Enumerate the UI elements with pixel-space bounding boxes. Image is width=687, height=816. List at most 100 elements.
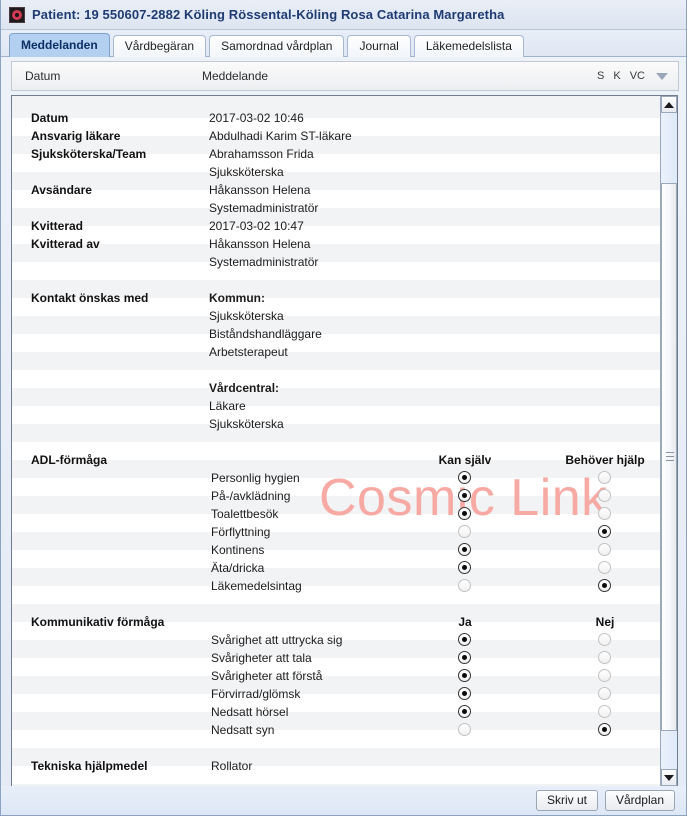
field-label: Ansvarig läkare	[31, 129, 121, 143]
message-list-header: Datum Meddelande S K VC	[11, 61, 679, 91]
scrollbar-thumb[interactable]	[661, 183, 677, 731]
section-label-adl: ADL-förmåga	[31, 453, 108, 467]
column-header-flags: S K VC	[597, 70, 678, 82]
column-header-vc[interactable]: VC	[630, 70, 645, 82]
kommunikativ-radio-nej[interactable]	[598, 705, 611, 718]
kommunikativ-radio-ja[interactable]	[458, 687, 471, 700]
detail-row: Sjuksköterska	[12, 415, 661, 433]
tab-samordnad-vardplan[interactable]: Samordnad vårdplan	[209, 35, 345, 57]
scrollbar-grip-icon	[666, 452, 674, 462]
detail-rows: Datum 2017-03-02 10:46 Ansvarig läkare A…	[12, 96, 661, 786]
adl-radio-kan-sjalv[interactable]	[458, 561, 471, 574]
field-label: Kvitterad	[31, 219, 84, 233]
kommunikativ-item-label: Nedsatt hörsel	[211, 705, 289, 719]
adl-radio-kan-sjalv[interactable]	[458, 507, 471, 520]
kommunikativ-radio-nej[interactable]	[598, 651, 611, 664]
adl-item-label: Toalettbesök	[211, 507, 279, 521]
adl-radio-kan-sjalv[interactable]	[458, 579, 471, 592]
kontakt-item: Arbetsterapeut	[209, 345, 288, 359]
field-label: Kvitterad av	[31, 237, 100, 251]
careplan-button[interactable]: Vårdplan	[604, 790, 675, 811]
kommunikativ-item-row: Svårigheter att förstå	[12, 667, 661, 685]
field-label: Avsändare	[31, 183, 92, 197]
kommunikativ-item-row: Svårigheter att tala	[12, 649, 661, 667]
adl-radio-behover-hjalp[interactable]	[598, 489, 611, 502]
kommunikativ-radio-nej[interactable]	[598, 669, 611, 682]
adl-item-row: Läkemedelsintag	[12, 577, 661, 595]
scrollbar-track[interactable]	[661, 113, 677, 769]
message-detail-canvas: Cosmic Link Datum 2017-03-02 10:46 Ansva…	[12, 96, 661, 786]
detail-row: Kvitterad 2017-03-02 10:47	[12, 217, 661, 235]
adl-item-label: Förflyttning	[211, 525, 271, 539]
kommunikativ-item-row: Nedsatt hörsel	[12, 703, 661, 721]
detail-row: Avsändare Håkansson Helena	[12, 181, 661, 199]
detail-row: Kontakt önskas med Kommun:	[12, 289, 661, 307]
adl-radio-behover-hjalp[interactable]	[598, 525, 611, 538]
adl-column-kan-sjalv: Kan själv	[438, 453, 492, 467]
section-label-kommunikativ: Kommunikativ förmåga	[31, 615, 165, 629]
adl-radio-kan-sjalv[interactable]	[458, 525, 471, 538]
kommunikativ-item-label: Förvirrad/glömsk	[211, 687, 301, 701]
message-detail-panel: Cosmic Link Datum 2017-03-02 10:46 Ansva…	[11, 95, 678, 787]
field-value: Systemadministratör	[209, 255, 319, 269]
detail-row: Tekniska hjälpmedel Rollator	[12, 757, 661, 775]
kommunikativ-radio-nej[interactable]	[598, 723, 611, 736]
detail-row: Biståndshandläggare	[12, 325, 661, 343]
field-label: Datum	[31, 111, 69, 125]
field-value: Håkansson Helena	[209, 183, 311, 197]
kommunikativ-radio-ja[interactable]	[458, 633, 471, 646]
column-header-datum[interactable]: Datum	[12, 69, 202, 83]
field-value: Systemadministratör	[209, 201, 319, 215]
adl-radio-behover-hjalp[interactable]	[598, 579, 611, 592]
adl-item-row: Personlig hygien	[12, 469, 661, 487]
adl-radio-behover-hjalp[interactable]	[598, 561, 611, 574]
kommunikativ-radio-nej[interactable]	[598, 633, 611, 646]
kontakt-item: Biståndshandläggare	[209, 327, 322, 341]
adl-radio-kan-sjalv[interactable]	[458, 543, 471, 556]
kommunikativ-radio-ja[interactable]	[458, 651, 471, 664]
adl-item-row: Förflyttning	[12, 523, 661, 541]
scroll-up-button[interactable]	[661, 96, 677, 113]
adl-item-row: Toalettbesök	[12, 505, 661, 523]
tab-vardbegaran[interactable]: Vårdbegäran	[112, 35, 207, 57]
tab-journal[interactable]: Journal	[347, 35, 411, 57]
column-header-meddelande[interactable]: Meddelande	[202, 69, 597, 83]
tab-lakemedelslista[interactable]: Läkemedelslista	[413, 35, 524, 57]
kommunikativ-radio-ja[interactable]	[458, 669, 471, 682]
adl-radio-kan-sjalv[interactable]	[458, 489, 471, 502]
column-header-s[interactable]: S	[597, 70, 604, 82]
patient-record-icon	[9, 6, 25, 23]
kontakt-group-heading: Kommun:	[209, 291, 265, 305]
kommunikativ-column-ja: Ja	[458, 615, 472, 629]
adl-item-row: Kontinens	[12, 541, 661, 559]
patient-record-window: Patient: 19 550607-2882 Köling Rössental…	[0, 0, 687, 816]
arrow-up-icon	[664, 101, 674, 108]
scroll-down-button[interactable]	[661, 769, 677, 786]
kommunikativ-header-row: Kommunikativ förmåga Ja Nej	[12, 613, 661, 631]
adl-radio-behover-hjalp[interactable]	[598, 507, 611, 520]
adl-item-label: Läkemedelsintag	[211, 579, 302, 593]
chevron-down-icon[interactable]	[656, 72, 668, 80]
adl-radio-behover-hjalp[interactable]	[598, 471, 611, 484]
detail-row: Vårdcentral:	[12, 379, 661, 397]
print-button[interactable]: Skriv ut	[535, 790, 598, 811]
kommunikativ-radio-nej[interactable]	[598, 687, 611, 700]
adl-item-row: På-/avklädning	[12, 487, 661, 505]
field-value: Abdulhadi Karim ST-läkare	[209, 129, 352, 143]
kontakt-item: Läkare	[209, 399, 246, 413]
adl-radio-behover-hjalp[interactable]	[598, 543, 611, 556]
column-header-k[interactable]: K	[613, 70, 620, 82]
kommunikativ-radio-ja[interactable]	[458, 705, 471, 718]
adl-item-label: Äta/dricka	[211, 561, 265, 575]
adl-radio-kan-sjalv[interactable]	[458, 471, 471, 484]
detail-row: Systemadministratör	[12, 253, 661, 271]
adl-column-behover-hjalp: Behöver hjälp	[565, 453, 645, 467]
vertical-scrollbar[interactable]	[660, 96, 677, 786]
kontakt-item: Sjuksköterska	[209, 309, 284, 323]
kommunikativ-radio-ja[interactable]	[458, 723, 471, 736]
kommunikativ-column-nej: Nej	[595, 615, 615, 629]
kommunikativ-item-label: Nedsatt syn	[211, 723, 275, 737]
detail-row: Systemadministratör	[12, 199, 661, 217]
tab-meddelanden[interactable]: Meddelanden	[9, 33, 110, 57]
kommunikativ-item-row: Nedsatt syn	[12, 721, 661, 739]
